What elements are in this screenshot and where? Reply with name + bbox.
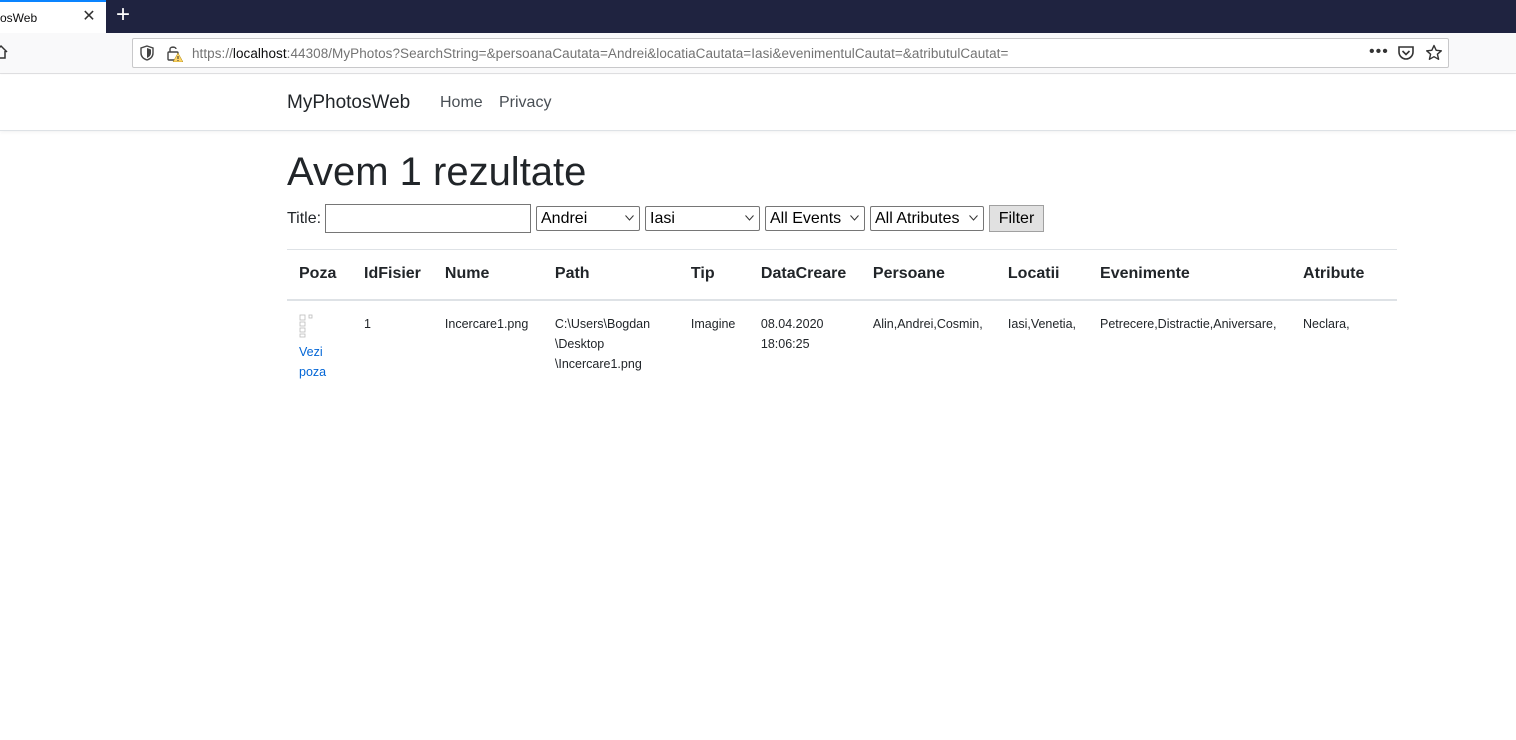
chevron-down-icon (745, 215, 754, 221)
cell-nume: Incercare1.png (444, 316, 529, 331)
chevron-down-icon (625, 215, 634, 221)
column-header-nume: Nume (444, 265, 490, 283)
page-title: Avem 1 rezultate (287, 150, 587, 194)
column-header-evenimente: Evenimente (1100, 265, 1190, 283)
cell-idfisier: 1 (364, 316, 371, 331)
path-line2: \Desktop (554, 336, 605, 351)
results-table: Poza IdFisier Nume Path Tip DataCreare P… (287, 249, 1397, 395)
chevron-down-icon (969, 215, 978, 221)
close-tab-icon[interactable]: ✕ (81, 8, 97, 26)
column-header-datacreare: DataCreare (760, 265, 847, 283)
attribute-select[interactable]: All Atributes (870, 206, 984, 231)
page-actions-more-icon[interactable]: ••• (1369, 44, 1389, 62)
new-tab-icon[interactable]: + (113, 3, 133, 27)
home-icon[interactable] (0, 43, 8, 61)
view-photo-link[interactable]: Vezi poza (299, 342, 340, 382)
cell-persoane: Alin,Andrei,Cosmin, (872, 316, 983, 331)
table-row: Vezi poza 1 Incercare1.png C:\Users\Bogd… (287, 300, 1397, 395)
nav-link-home[interactable]: Home (440, 94, 483, 112)
url-host: localhost (232, 46, 287, 61)
person-select[interactable]: Andrei (536, 206, 640, 231)
event-select-value: All Events (770, 210, 842, 227)
column-header-tip: Tip (690, 265, 715, 283)
path-line1: C:\Users\Bogdan (554, 316, 651, 331)
column-header-path: Path (554, 265, 590, 283)
event-select[interactable]: All Events (765, 206, 865, 231)
column-header-persoane: Persoane (872, 265, 945, 283)
date-value: 08.04.2020 (760, 316, 824, 331)
location-select-value: Iasi (650, 210, 675, 227)
table-header-row: Poza IdFisier Nume Path Tip DataCreare P… (287, 249, 1397, 300)
attribute-select-value: All Atributes (875, 210, 960, 227)
url-path: :44308/MyPhotos?SearchString=&persoanaCa… (286, 46, 1009, 61)
location-select[interactable]: Iasi (645, 206, 760, 231)
cell-evenimente: Petrecere,Distractie,Aniversare, (1100, 316, 1277, 331)
column-header-locatii: Locatii (1007, 265, 1060, 283)
time-value: 18:06:25 (760, 336, 810, 351)
tracking-protection-shield-icon[interactable] (140, 45, 154, 61)
bookmark-star-icon[interactable] (1425, 44, 1443, 62)
insecure-lock-warning-icon[interactable] (167, 45, 183, 62)
browser-tab-bar: osWeb ✕ + (0, 0, 1516, 33)
view-photo-link-line2: poza (299, 364, 327, 379)
title-search-input[interactable] (325, 204, 531, 233)
pocket-icon[interactable] (1397, 44, 1415, 62)
tab-title: osWeb (0, 11, 38, 25)
view-photo-link-line1: Vezi (299, 344, 323, 359)
chevron-down-icon (850, 215, 859, 221)
broken-image-icon[interactable] (299, 314, 313, 338)
url-bar[interactable]: https://localhost:44308/MyPhotos?SearchS… (132, 38, 1449, 68)
browser-tab[interactable]: osWeb ✕ (0, 0, 106, 33)
person-select-value: Andrei (541, 210, 588, 227)
title-filter-label: Title: (287, 210, 322, 227)
url-prefix: https:// (192, 46, 233, 61)
cell-atribute: Neclara, (1303, 316, 1350, 331)
url-text[interactable]: https://localhost:44308/MyPhotos?SearchS… (192, 46, 1008, 61)
filter-button[interactable]: Filter (989, 205, 1044, 232)
path-line3: \Incercare1.png (554, 356, 642, 371)
column-header-atribute: Atribute (1303, 265, 1365, 283)
cell-datacreare: 08.04.2020 18:06:25 (749, 300, 861, 395)
cell-poza: Vezi poza (287, 300, 352, 395)
column-header-poza: Poza (299, 265, 337, 283)
column-header-idfisier: IdFisier (364, 265, 421, 283)
browser-toolbar: https://localhost:44308/MyPhotos?SearchS… (0, 33, 1516, 74)
cell-locatii: Iasi,Venetia, (1007, 316, 1077, 331)
cell-path: C:\Users\Bogdan \Desktop \Incercare1.png (543, 300, 679, 395)
brand-link[interactable]: MyPhotosWeb (287, 92, 410, 114)
nav-link-privacy[interactable]: Privacy (499, 94, 551, 112)
cell-tip: Imagine (690, 316, 736, 331)
site-navbar: MyPhotosWeb Home Privacy (0, 75, 1516, 131)
